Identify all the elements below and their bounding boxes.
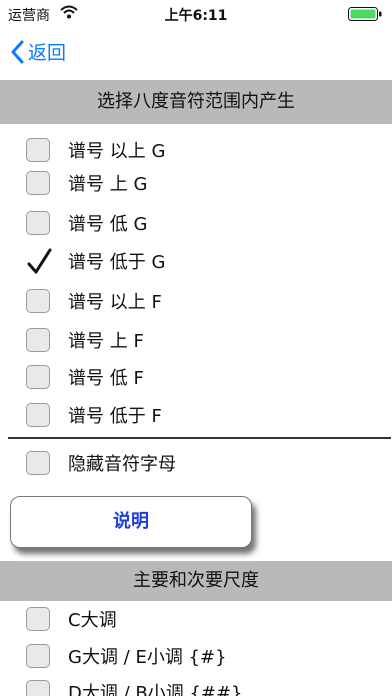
divider bbox=[8, 437, 391, 439]
option-d-major-b-minor[interactable]: D大调 / B小调 {##} bbox=[26, 678, 243, 696]
option-g-clef-low[interactable]: 谱号 低 G bbox=[26, 209, 147, 237]
option-label: 谱号 低 G bbox=[68, 214, 148, 235]
checkbox[interactable] bbox=[26, 171, 50, 195]
checkbox[interactable] bbox=[26, 644, 50, 668]
octave-range-header: 选择八度音符范围内产生 bbox=[0, 80, 392, 124]
navigation-bar: 返回 bbox=[0, 26, 392, 78]
checkbox[interactable] bbox=[26, 680, 50, 696]
checkbox[interactable] bbox=[26, 289, 50, 313]
chevron-left-icon bbox=[11, 40, 24, 63]
option-label: 谱号 以上 G bbox=[68, 141, 166, 162]
checkmark-icon bbox=[27, 248, 52, 274]
checkbox[interactable] bbox=[26, 138, 50, 162]
option-label: 谱号 上 F bbox=[68, 331, 144, 352]
option-f-clef-above[interactable]: 谱号 以上 F bbox=[26, 287, 162, 315]
checkbox[interactable] bbox=[26, 211, 50, 235]
option-f-clef-below[interactable]: 谱号 低于 F bbox=[26, 401, 162, 429]
option-label: 谱号 低 F bbox=[68, 368, 144, 389]
back-button[interactable]: 返回 bbox=[10, 38, 66, 65]
checkbox[interactable] bbox=[26, 328, 50, 352]
option-label: 谱号 低于 G bbox=[68, 252, 166, 273]
option-f-clef-low[interactable]: 谱号 低 F bbox=[26, 363, 144, 391]
option-g-clef-upper[interactable]: 谱号 上 G bbox=[26, 169, 147, 197]
option-f-clef-upper[interactable]: 谱号 上 F bbox=[26, 326, 144, 354]
option-hide-note-letters[interactable]: 隐藏音符字母 bbox=[26, 449, 176, 477]
explain-button[interactable]: 说明 bbox=[10, 496, 252, 548]
option-label: 隐藏音符字母 bbox=[68, 454, 176, 475]
option-above-g-clef-above[interactable]: 谱号 以上 G bbox=[26, 136, 165, 164]
option-label: C大调 bbox=[68, 610, 117, 631]
clock-label: 上午6:11 bbox=[164, 8, 228, 24]
option-c-major[interactable]: C大调 bbox=[26, 605, 117, 633]
status-bar: 运营商 上午6:11 bbox=[0, 0, 392, 26]
checkbox[interactable] bbox=[26, 451, 50, 475]
option-g-major-e-minor[interactable]: G大调 / E小调 {#} bbox=[26, 642, 227, 670]
option-label: 谱号 低于 F bbox=[68, 406, 162, 427]
option-label: D大调 / B小调 {##} bbox=[68, 683, 243, 696]
option-label: G大调 / E小调 {#} bbox=[68, 647, 227, 668]
scales-header: 主要和次要尺度 bbox=[0, 561, 392, 601]
checkbox[interactable] bbox=[26, 403, 50, 427]
option-g-clef-below[interactable]: 谱号 低于 G bbox=[26, 247, 165, 275]
back-label: 返回 bbox=[28, 42, 67, 64]
option-label: 谱号 以上 F bbox=[68, 292, 162, 313]
checkbox[interactable] bbox=[26, 607, 50, 631]
option-label: 谱号 上 G bbox=[68, 174, 148, 195]
checkbox[interactable] bbox=[26, 365, 50, 389]
battery-icon bbox=[348, 7, 382, 21]
checkbox-checked[interactable] bbox=[26, 248, 52, 274]
